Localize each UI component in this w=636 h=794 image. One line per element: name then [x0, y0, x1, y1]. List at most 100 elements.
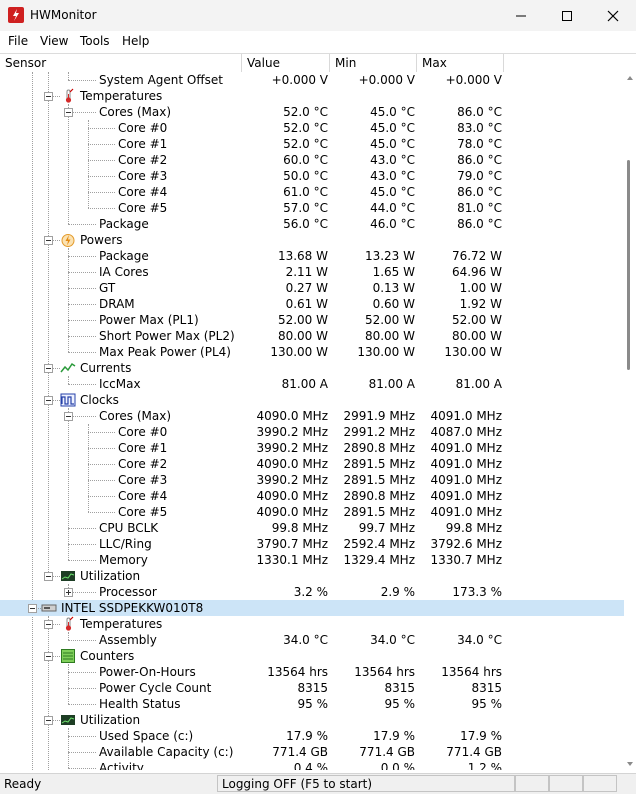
- sensor-min: 13.23 W: [364, 249, 415, 263]
- sensor-max: 86.0 °C: [457, 217, 502, 231]
- menu-file[interactable]: File: [8, 34, 28, 48]
- tree-connector-line: [88, 160, 115, 161]
- column-sensor[interactable]: Sensor: [0, 54, 242, 72]
- tree-connector-line: [68, 688, 96, 689]
- sensor-max: 99.8 MHz: [445, 521, 502, 535]
- sensor-value: 1330.1 MHz: [256, 553, 328, 567]
- tree-connector-line: [68, 544, 96, 545]
- sensor-label: IA Cores: [99, 265, 149, 279]
- tree-connector-line: [68, 672, 96, 673]
- maximize-button[interactable]: [544, 0, 590, 31]
- sensor-row[interactable]: INTEL SSDPEKKW010T8: [0, 600, 624, 616]
- expand-toggle-icon[interactable]: [64, 588, 73, 597]
- sensor-value: 4090.0 MHz: [256, 489, 328, 503]
- sensor-label: Temperatures: [80, 89, 163, 103]
- sensor-max: 1330.7 MHz: [430, 553, 502, 567]
- tree-connector-line: [68, 80, 96, 81]
- vertical-scrollbar[interactable]: [624, 72, 636, 770]
- sensor-min: 771.4 GB: [359, 745, 415, 759]
- column-max[interactable]: Max: [417, 54, 504, 72]
- column-min[interactable]: Min: [330, 54, 417, 72]
- sensor-row[interactable]: Temperatures: [0, 88, 624, 104]
- column-value[interactable]: Value: [242, 54, 330, 72]
- sensor-min: 95 %: [384, 697, 416, 711]
- collapse-toggle-icon[interactable]: [28, 604, 37, 613]
- sensor-label: Counters: [80, 649, 135, 663]
- title-bar[interactable]: HWMonitor: [0, 0, 636, 31]
- sensor-value: 0.27 W: [285, 281, 328, 295]
- collapse-toggle-icon[interactable]: [44, 236, 53, 245]
- sensor-row[interactable]: Utilization: [0, 568, 624, 584]
- collapse-toggle-icon[interactable]: [44, 92, 53, 101]
- window-title: HWMonitor: [30, 8, 97, 22]
- sensor-value: 3990.2 MHz: [256, 473, 328, 487]
- sensor-value: 13564 hrs: [267, 665, 328, 679]
- sensor-max: 81.00 A: [455, 377, 502, 391]
- sensor-min: 45.0 °C: [370, 105, 415, 119]
- menu-help[interactable]: Help: [122, 34, 149, 48]
- sensor-max: 1.00 W: [459, 281, 502, 295]
- tree-connector-line: [68, 320, 96, 321]
- sensor-row[interactable]: Powers: [0, 232, 624, 248]
- tree-connector-line: [88, 128, 115, 129]
- sensor-tree[interactable]: System Agent Offset +0.000 V +0.000 V +0.00…: [0, 72, 624, 770]
- collapse-toggle-icon[interactable]: [64, 412, 73, 421]
- minimize-button[interactable]: [498, 0, 544, 31]
- close-icon: [607, 10, 619, 21]
- sensor-max: 95 %: [471, 697, 503, 711]
- sensor-min: 8315: [384, 681, 415, 695]
- collapse-toggle-icon[interactable]: [64, 108, 73, 117]
- sensor-min: 0.60 W: [372, 297, 415, 311]
- utilization-icon: [60, 712, 76, 728]
- sensor-min: 2891.5 MHz: [343, 505, 415, 519]
- collapse-toggle-icon[interactable]: [44, 396, 53, 405]
- tree-connector-line: [68, 224, 96, 225]
- sensor-min: 81.00 A: [368, 377, 415, 391]
- tree-connector-line: [68, 384, 96, 385]
- sensor-min: 2890.8 MHz: [343, 489, 415, 503]
- sensor-min: 52.00 W: [364, 313, 415, 327]
- sensor-max: 4091.0 MHz: [430, 473, 502, 487]
- sensor-row[interactable]: Currents: [0, 360, 624, 376]
- collapse-toggle-icon[interactable]: [44, 620, 53, 629]
- sensor-row[interactable]: Temperatures: [0, 616, 624, 632]
- menu-view[interactable]: View: [40, 34, 68, 48]
- sensor-max: 52.00 W: [451, 313, 502, 327]
- scrollbar-thumb[interactable]: [627, 160, 630, 370]
- sensor-row[interactable]: Counters: [0, 648, 624, 664]
- collapse-toggle-icon[interactable]: [44, 364, 53, 373]
- sensor-min: 1329.4 MHz: [343, 553, 415, 567]
- tree-connector-line: [88, 512, 115, 513]
- sensor-value: 3990.2 MHz: [256, 441, 328, 455]
- sensor-value: 52.0 °C: [283, 121, 328, 135]
- sensor-min: 99.7 MHz: [358, 521, 415, 535]
- collapse-toggle-icon[interactable]: [44, 572, 53, 581]
- sensor-row[interactable]: Clocks: [0, 392, 624, 408]
- sensor-label: Core #0: [118, 425, 168, 439]
- tree-connector-line: [68, 704, 96, 705]
- sensor-label: LLC/Ring: [99, 537, 152, 551]
- sensor-max: 78.0 °C: [457, 137, 502, 151]
- scroll-down-icon[interactable]: [627, 762, 633, 766]
- tree-connector-line: [88, 144, 115, 145]
- collapse-toggle-icon[interactable]: [44, 716, 53, 725]
- counter-icon: [60, 648, 76, 664]
- sensor-min: 2.9 %: [380, 585, 415, 599]
- tree-connector-line: [88, 464, 115, 465]
- sensor-min: 13564 hrs: [354, 665, 415, 679]
- sensor-value: 61.0 °C: [283, 185, 328, 199]
- tree-connector-line: [88, 432, 115, 433]
- sensor-label: System Agent Offset: [99, 73, 223, 87]
- collapse-toggle-icon[interactable]: [44, 652, 53, 661]
- menu-tools[interactable]: Tools: [80, 34, 110, 48]
- sensor-max: 4087.0 MHz: [430, 425, 502, 439]
- close-button[interactable]: [590, 0, 636, 31]
- tree-connector-line: [68, 256, 96, 257]
- sensor-value: 0.61 W: [285, 297, 328, 311]
- sensor-max: 86.0 °C: [457, 153, 502, 167]
- clock-icon: [60, 392, 76, 408]
- sensor-value: 56.0 °C: [283, 217, 328, 231]
- sensor-row[interactable]: Utilization: [0, 712, 624, 728]
- sensor-label: Assembly: [99, 633, 157, 647]
- scroll-up-icon[interactable]: [627, 76, 633, 80]
